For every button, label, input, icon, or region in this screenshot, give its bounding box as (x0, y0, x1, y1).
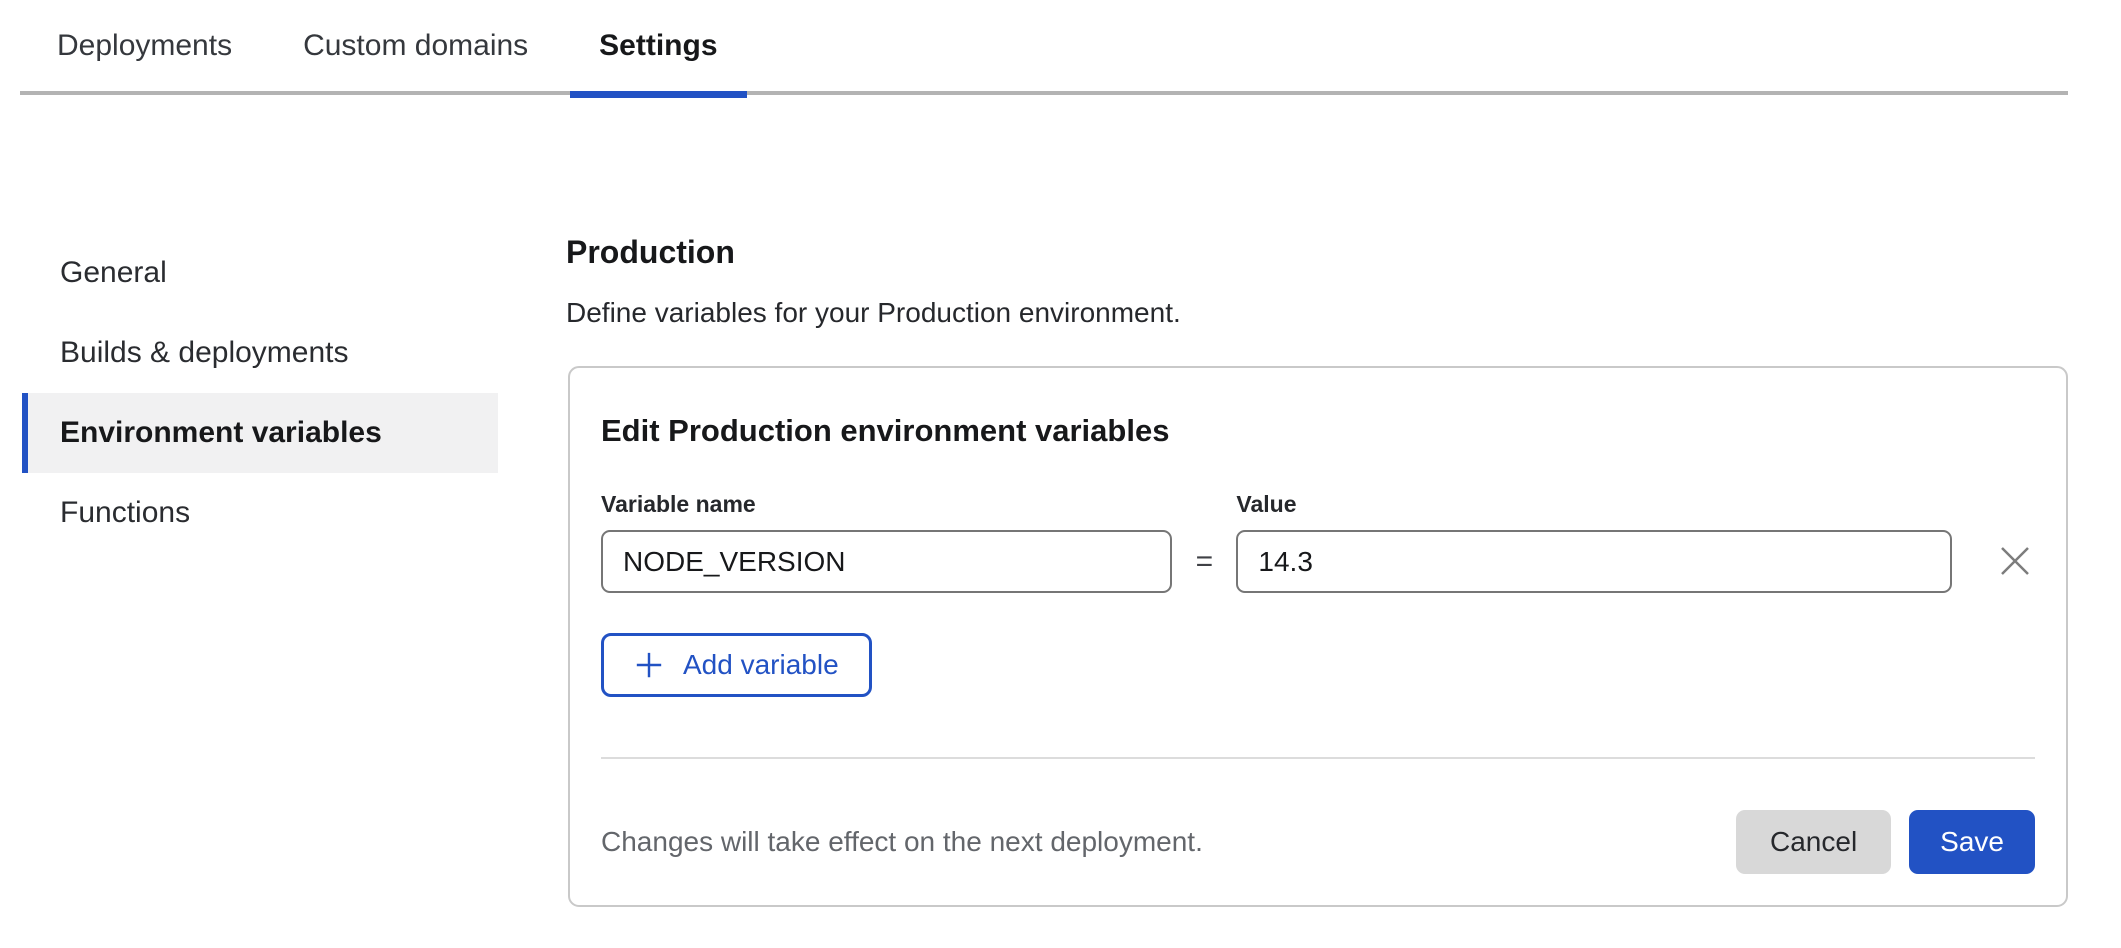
deployment-note: Changes will take effect on the next dep… (601, 826, 1203, 858)
tab-deployments[interactable]: Deployments (28, 0, 261, 93)
cancel-button[interactable]: Cancel (1736, 810, 1891, 874)
card-footer: Changes will take effect on the next dep… (601, 759, 2035, 899)
variable-value-label: Value (1236, 492, 1951, 517)
sidebar-item-label: Environment variables (60, 416, 382, 450)
page-title: Production (566, 236, 735, 268)
remove-variable-button[interactable] (1996, 542, 2035, 582)
variable-value-field: Value (1236, 492, 1951, 593)
equals-sign: = (1172, 530, 1236, 593)
environment-variables-settings-page: Deployments Custom domains Settings Gene… (0, 0, 2121, 948)
sidebar-item-functions[interactable]: Functions (22, 473, 498, 553)
tab-label: Settings (599, 29, 717, 63)
project-tab-bar: Deployments Custom domains Settings (20, 0, 2068, 95)
save-button[interactable]: Save (1909, 810, 2035, 874)
card-heading: Edit Production environment variables (601, 415, 2035, 446)
sidebar-item-label: General (60, 256, 167, 290)
active-tab-underline (570, 91, 746, 98)
variable-name-field: Variable name (601, 492, 1172, 593)
environment-variables-card: Edit Production environment variables Va… (568, 366, 2068, 907)
page-subtitle: Define variables for your Production env… (566, 299, 1181, 327)
sidebar-item-environment-variables[interactable]: Environment variables (22, 393, 498, 473)
sidebar-item-general[interactable]: General (22, 233, 498, 313)
sidebar-item-label: Functions (60, 496, 190, 530)
x-icon (1996, 542, 2034, 583)
variable-value-input[interactable] (1236, 530, 1951, 593)
settings-nav: General Builds & deployments Environment… (22, 233, 498, 553)
variable-row: Variable name = Value (601, 492, 2035, 593)
variable-name-input[interactable] (601, 530, 1172, 593)
plus-icon (634, 650, 664, 680)
tab-settings[interactable]: Settings (570, 0, 746, 93)
sidebar-item-label: Builds & deployments (60, 336, 349, 370)
tab-custom-domains[interactable]: Custom domains (274, 0, 557, 93)
tab-label: Deployments (57, 29, 232, 63)
footer-actions: Cancel Save (1736, 810, 2035, 874)
sidebar-item-builds-deployments[interactable]: Builds & deployments (22, 313, 498, 393)
variable-name-label: Variable name (601, 492, 1172, 517)
tab-label: Custom domains (303, 29, 528, 63)
add-variable-button[interactable]: Add variable (601, 633, 872, 697)
add-variable-label: Add variable (683, 649, 839, 681)
